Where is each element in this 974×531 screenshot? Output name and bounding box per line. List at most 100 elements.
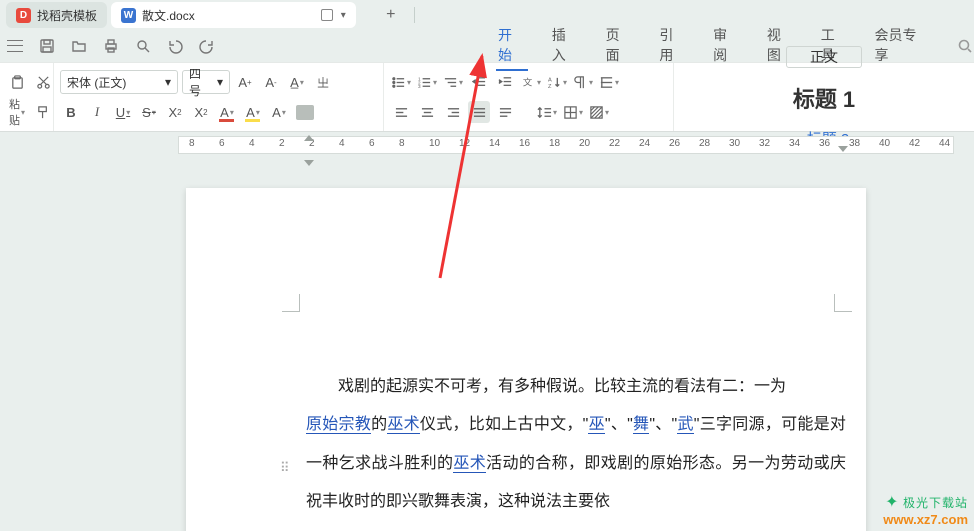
sort-button[interactable]: AZ▾	[546, 71, 568, 93]
align-left-button[interactable]	[390, 101, 412, 123]
show-marks-button[interactable]: ▾	[572, 71, 594, 93]
distribute-button[interactable]	[494, 101, 516, 123]
right-indent-marker[interactable]	[838, 146, 848, 152]
paste-button[interactable]	[6, 71, 28, 93]
document-page[interactable]: ⠿ 戏剧的起源实不可考，有多种假说。比较主流的看法有二：一为原始宗教的巫术仪式，…	[186, 188, 866, 531]
align-center-button[interactable]	[416, 101, 438, 123]
svg-text:A: A	[548, 77, 552, 83]
section-paragraph: ▾ 123▾ ▾ 文▾ AZ▾ ▾ ▾ ▾ ▾ ▾	[384, 63, 674, 131]
paragraph-handle-icon[interactable]: ⠿	[280, 460, 291, 476]
quick-access	[6, 37, 216, 55]
ruler-tick: 42	[909, 138, 920, 149]
hyperlink[interactable]: 舞	[633, 416, 650, 434]
italic-button[interactable]: I	[86, 101, 108, 123]
ruler-tick: 8	[189, 138, 195, 149]
preview-icon[interactable]	[134, 37, 152, 55]
tabs-button[interactable]: ▾	[598, 71, 620, 93]
shading-icon	[296, 105, 314, 120]
save-icon[interactable]	[38, 37, 56, 55]
bullets-button[interactable]: ▾	[390, 71, 412, 93]
multilevel-button[interactable]: ▾	[442, 71, 464, 93]
border-button[interactable]: ▾	[562, 101, 584, 123]
change-case-button[interactable]: A̲▾	[286, 71, 308, 93]
font-color-button[interactable]: A▾	[216, 101, 238, 123]
font-name-value: 宋体 (正文)	[67, 74, 126, 91]
superscript-button[interactable]: X2	[164, 101, 186, 123]
ruler-tick: 36	[819, 138, 830, 149]
section-styles: 正文 标题 1 标题 2	[674, 63, 974, 131]
numbering-button[interactable]: 123▾	[416, 71, 438, 93]
section-clipboard: 粘贴▾	[0, 63, 54, 131]
shrink-font-button[interactable]: A-	[260, 71, 282, 93]
align-right-button[interactable]	[442, 101, 464, 123]
undo-icon[interactable]	[166, 37, 184, 55]
open-icon[interactable]	[70, 37, 88, 55]
para-shading-button[interactable]: ▾	[588, 101, 610, 123]
text-effect-button[interactable]: A▾	[268, 101, 290, 123]
grow-font-button[interactable]: A+	[234, 71, 256, 93]
add-tab-button[interactable]: +	[378, 2, 404, 28]
first-line-indent-marker[interactable]	[304, 135, 314, 141]
increase-indent-button[interactable]	[494, 71, 516, 93]
hyperlink[interactable]: 巫	[588, 416, 605, 434]
print-icon[interactable]	[102, 37, 120, 55]
ruler-tick: 40	[879, 138, 890, 149]
ruler-tick: 24	[639, 138, 650, 149]
tab-document-label: 散文.docx	[142, 7, 195, 24]
ruler-area: 8642246810121416182022242628303234363840…	[0, 136, 974, 158]
tab-document[interactable]: W 散文.docx ▾	[111, 2, 356, 28]
section-font: 宋体 (正文)▾ 四号▾ A+ A- A̲▾ 㞢 B I U▾ S▾ X2 X2…	[54, 63, 384, 131]
document-canvas: ⠿ 戏剧的起源实不可考，有多种假说。比较主流的看法有二：一为原始宗教的巫术仪式，…	[0, 176, 974, 531]
margin-corner-tr	[834, 294, 852, 312]
shading-button[interactable]	[294, 101, 316, 123]
bold-button[interactable]: B	[60, 101, 82, 123]
ruler-tick: 8	[399, 138, 405, 149]
ruler-tick: 22	[609, 138, 620, 149]
hanging-indent-marker[interactable]	[304, 160, 314, 166]
redo-icon[interactable]	[198, 37, 216, 55]
margin-corner-tl	[282, 294, 300, 312]
ruler-tick: 38	[849, 138, 860, 149]
svg-text:3: 3	[418, 84, 421, 89]
ruler-tick: 12	[459, 138, 470, 149]
tab-templates-label: 找稻壳模板	[37, 7, 97, 24]
text-direction-button[interactable]: 文▾	[520, 71, 542, 93]
tab-templates[interactable]: D 找稻壳模板	[6, 2, 107, 28]
ruler-tick: 30	[729, 138, 740, 149]
strike-button[interactable]: S▾	[138, 101, 160, 123]
ruler-tick: 44	[939, 138, 950, 149]
font-size-combo[interactable]: 四号▾	[182, 70, 230, 94]
paragraph-text[interactable]: 戏剧的起源实不可考，有多种假说。比较主流的看法有二：一为原始宗教的巫术仪式，比如…	[306, 368, 846, 522]
tab-window-icon[interactable]	[321, 9, 333, 21]
tab-separator	[414, 7, 415, 23]
tab-dropdown-icon[interactable]: ▾	[341, 10, 346, 21]
template-icon: D	[16, 8, 31, 23]
hamburger-icon[interactable]	[6, 37, 24, 55]
cut-button[interactable]	[32, 71, 54, 93]
underline-button[interactable]: U▾	[112, 101, 134, 123]
decrease-indent-button[interactable]	[468, 71, 490, 93]
subscript-button[interactable]: X2	[190, 101, 212, 123]
hyperlink[interactable]: 巫术	[387, 416, 420, 434]
paste-dropdown[interactable]: 粘贴▾	[6, 101, 28, 123]
justify-button[interactable]	[468, 101, 490, 123]
ruler-tick: 32	[759, 138, 770, 149]
style-heading1[interactable]: 标题 1	[793, 82, 855, 114]
hyperlink[interactable]: 巫术	[453, 455, 486, 473]
highlight-button[interactable]: A▾	[242, 101, 264, 123]
ruler-tick: 26	[669, 138, 680, 149]
ruler-tick: 34	[789, 138, 800, 149]
style-normal[interactable]: 正文	[786, 46, 862, 68]
ruler-tick: 20	[579, 138, 590, 149]
font-size-value: 四号	[189, 65, 213, 99]
ruler-tick: 14	[489, 138, 500, 149]
hyperlink[interactable]: 原始宗教	[306, 416, 371, 434]
line-spacing-button[interactable]: ▾	[536, 101, 558, 123]
format-painter-button[interactable]	[32, 101, 54, 123]
svg-text:文: 文	[523, 76, 533, 87]
tab-doc-controls: ▾	[321, 9, 346, 21]
font-name-combo[interactable]: 宋体 (正文)▾	[60, 70, 178, 94]
search-icon[interactable]	[956, 37, 974, 55]
phonetic-guide-button[interactable]: 㞢	[312, 71, 334, 93]
hyperlink[interactable]: 武	[677, 416, 694, 434]
